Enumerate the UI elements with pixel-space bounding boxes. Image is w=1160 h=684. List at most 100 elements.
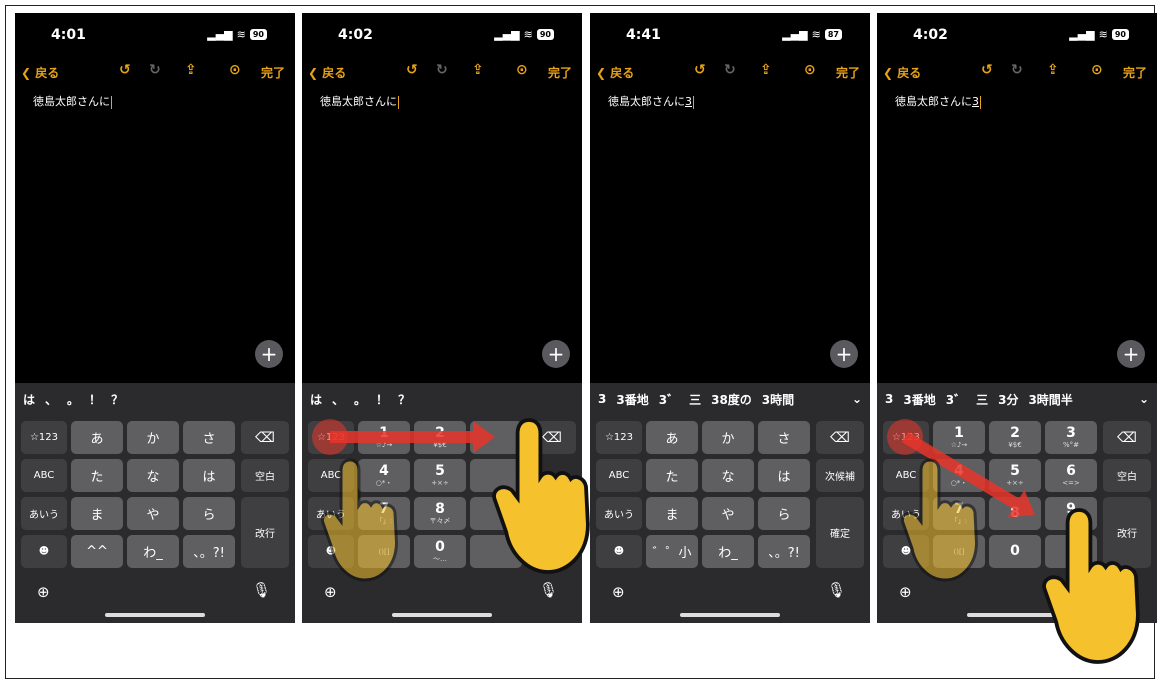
- number-key[interactable]: ()[]: [933, 535, 985, 568]
- more-icon[interactable]: ⊙: [229, 62, 241, 78]
- space-key[interactable]: 空白: [241, 459, 289, 492]
- candidate-item[interactable]: 、: [332, 391, 344, 408]
- kana-key[interactable]: わ_: [127, 535, 179, 568]
- candidate-item[interactable]: ！: [376, 391, 388, 408]
- redo-icon[interactable]: ↻: [724, 62, 736, 78]
- candidate-item[interactable]: 。: [67, 391, 79, 408]
- share-icon[interactable]: ⇪: [1047, 62, 1059, 78]
- undo-icon[interactable]: ↺: [694, 62, 706, 78]
- globe-icon[interactable]: ⊕: [324, 583, 337, 601]
- mode-key[interactable]: ABC: [596, 459, 642, 492]
- kana-key[interactable]: な: [702, 459, 754, 492]
- candidate-item[interactable]: 38度の: [711, 391, 752, 408]
- kana-key[interactable]: た: [71, 459, 123, 492]
- mode-key[interactable]: ABC: [883, 459, 929, 492]
- candidate-item[interactable]: 3分: [998, 391, 1018, 408]
- kana-key[interactable]: ま: [646, 497, 698, 530]
- number-key[interactable]: 0 〜…: [414, 535, 466, 568]
- kana-key[interactable]: さ: [183, 421, 235, 454]
- kana-key[interactable]: や: [702, 497, 754, 530]
- number-key[interactable]: 5 +×÷: [414, 459, 466, 492]
- number-key[interactable]: 9 ^|\: [1045, 497, 1097, 530]
- kana-key[interactable]: か: [702, 421, 754, 454]
- number-key[interactable]: [470, 535, 522, 568]
- microphone-icon[interactable]: 🎙: [539, 581, 558, 599]
- space-key[interactable]: 空白: [1103, 459, 1151, 492]
- number-key[interactable]: [470, 497, 522, 530]
- chevron-down-icon[interactable]: ⌄: [1139, 392, 1149, 406]
- note-body[interactable]: 徳島太郎さんに: [33, 93, 112, 109]
- number-key[interactable]: 1 ☆♪→: [933, 421, 985, 454]
- add-button[interactable]: +: [830, 340, 858, 368]
- candidate-item[interactable]: 、: [45, 391, 57, 408]
- redo-icon[interactable]: ↻: [1011, 62, 1023, 78]
- number-key[interactable]: [1045, 535, 1097, 568]
- note-body[interactable]: 徳島太郎さんに3: [608, 93, 694, 109]
- number-key[interactable]: 7 「」:: [933, 497, 985, 530]
- globe-icon[interactable]: ⊕: [37, 583, 50, 601]
- kana-key[interactable]: あ: [646, 421, 698, 454]
- kana-key[interactable]: ゛゜小: [646, 535, 698, 568]
- number-key[interactable]: 7 「」:: [358, 497, 410, 530]
- candidate-item[interactable]: 3゛: [659, 391, 679, 408]
- candidate-item[interactable]: 3番地: [903, 391, 935, 408]
- kana-key[interactable]: 、。?!: [758, 535, 810, 568]
- number-key[interactable]: 2 ¥$€: [989, 421, 1041, 454]
- more-icon[interactable]: ⊙: [516, 62, 528, 78]
- candidate-item[interactable]: 3番地: [616, 391, 648, 408]
- mode-key[interactable]: ☆123: [308, 421, 354, 454]
- microphone-icon[interactable]: 🎙: [827, 581, 846, 599]
- kana-key[interactable]: ま: [71, 497, 123, 530]
- redo-icon[interactable]: ↻: [436, 62, 448, 78]
- candidate-item[interactable]: 3時間: [762, 391, 794, 408]
- mode-key[interactable]: あいう: [308, 497, 354, 530]
- number-key[interactable]: ()[]: [358, 535, 410, 568]
- emoji-key[interactable]: ☻: [883, 535, 929, 568]
- number-key[interactable]: 0: [989, 535, 1041, 568]
- candidate-item[interactable]: ！: [89, 391, 101, 408]
- emoji-key[interactable]: ☻: [308, 535, 354, 568]
- done-button[interactable]: 完了: [261, 64, 285, 81]
- mode-key[interactable]: ABC: [308, 459, 354, 492]
- number-key[interactable]: 4 ○*・: [358, 459, 410, 492]
- candidate-item[interactable]: ？: [111, 391, 123, 408]
- mode-key[interactable]: ☆123: [596, 421, 642, 454]
- return-key[interactable]: 改行: [1103, 497, 1151, 568]
- more-icon[interactable]: ⊙: [1091, 62, 1103, 78]
- mode-key[interactable]: あいう: [21, 497, 67, 530]
- candidate-item[interactable]: 3時間半: [1028, 391, 1072, 408]
- delete-key[interactable]: ⌫: [241, 421, 289, 454]
- delete-key[interactable]: ⌫: [816, 421, 864, 454]
- note-body[interactable]: 徳島太郎さんに: [320, 93, 399, 109]
- share-icon[interactable]: ⇪: [185, 62, 197, 78]
- kana-key[interactable]: わ_: [702, 535, 754, 568]
- delete-key[interactable]: ⌫: [1103, 421, 1151, 454]
- microphone-icon[interactable]: 🎙: [252, 581, 271, 599]
- kana-key[interactable]: ^^: [71, 535, 123, 568]
- candidate-item[interactable]: 三: [976, 391, 988, 408]
- delete-key[interactable]: ⌫: [528, 421, 576, 454]
- add-button[interactable]: +: [542, 340, 570, 368]
- add-button[interactable]: +: [255, 340, 283, 368]
- emoji-key[interactable]: ☻: [596, 535, 642, 568]
- mode-key[interactable]: あいう: [596, 497, 642, 530]
- back-button[interactable]: ❮ 戻る: [21, 64, 59, 81]
- candidate-item[interactable]: 3: [885, 392, 893, 406]
- share-icon[interactable]: ⇪: [760, 62, 772, 78]
- number-key[interactable]: 8 〒々〆: [414, 497, 466, 530]
- globe-icon[interactable]: ⊕: [612, 583, 625, 601]
- kana-key[interactable]: や: [127, 497, 179, 530]
- back-button[interactable]: ❮ 戻る: [883, 64, 921, 81]
- mode-key[interactable]: ☆123: [883, 421, 929, 454]
- kana-key[interactable]: あ: [71, 421, 123, 454]
- kana-key[interactable]: は: [758, 459, 810, 492]
- redo-icon[interactable]: ↻: [149, 62, 161, 78]
- candidate-item[interactable]: 3゛: [946, 391, 966, 408]
- return-key[interactable]: 改行: [241, 497, 289, 568]
- undo-icon[interactable]: ↺: [406, 62, 418, 78]
- number-key[interactable]: 5 +×÷: [989, 459, 1041, 492]
- kana-key[interactable]: た: [646, 459, 698, 492]
- share-icon[interactable]: ⇪: [472, 62, 484, 78]
- number-key[interactable]: 8: [989, 497, 1041, 530]
- back-button[interactable]: ❮ 戻る: [596, 64, 634, 81]
